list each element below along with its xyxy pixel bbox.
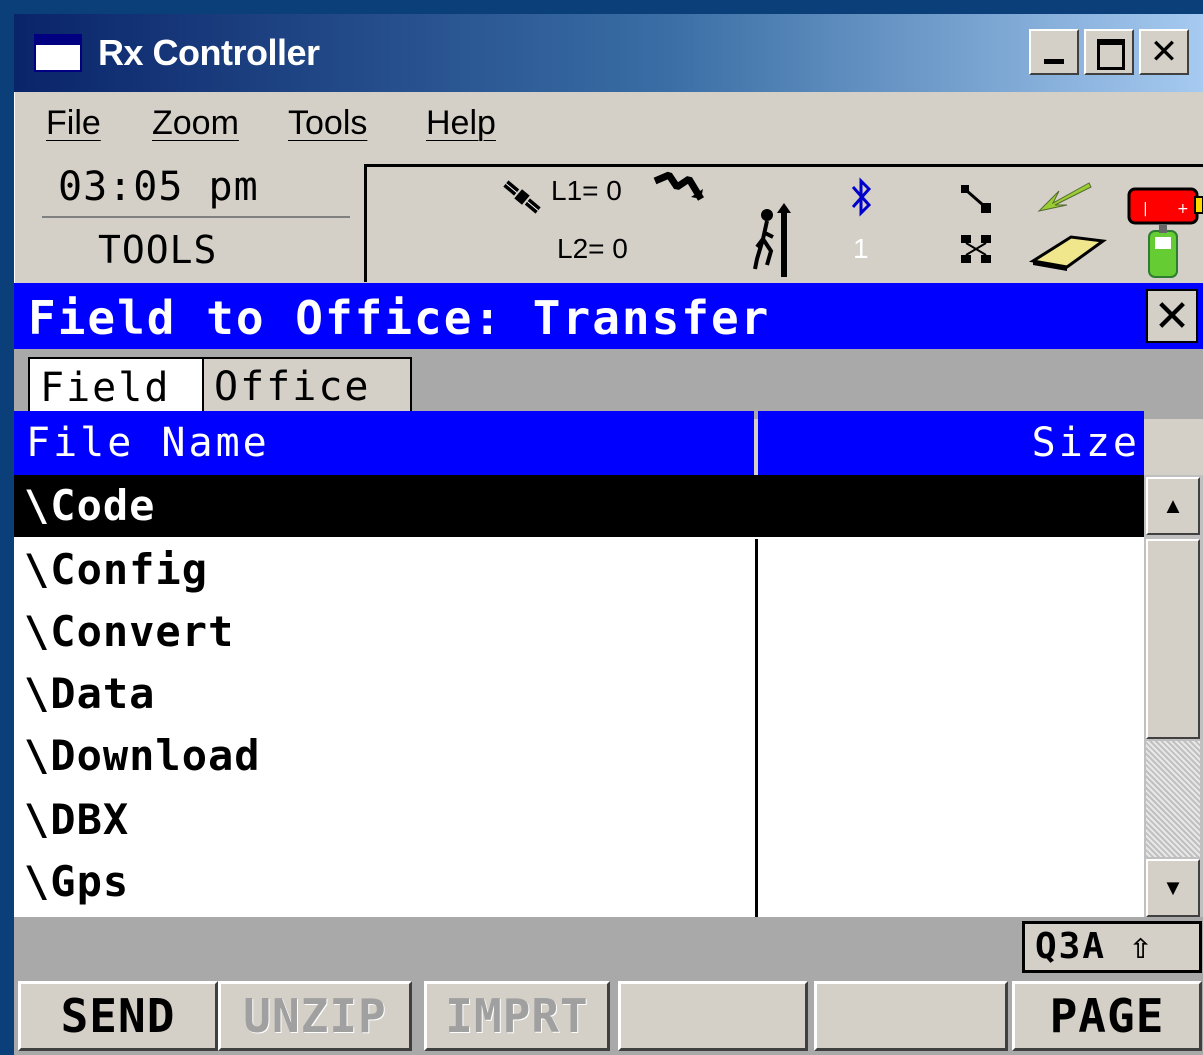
maximize-button[interactable]: [1084, 29, 1134, 75]
title-bar[interactable]: Rx Controller ✕: [14, 14, 1203, 92]
column-header-file-name[interactable]: File Name: [14, 411, 754, 475]
list-item[interactable]: \Download: [14, 725, 1144, 787]
scroll-down-button[interactable]: ▼: [1146, 859, 1200, 917]
file-name: \DBX: [24, 795, 130, 844]
close-icon: ✕: [1153, 290, 1191, 342]
list-item[interactable]: \Gps: [14, 851, 1144, 913]
tab-office-label: Office: [214, 364, 371, 410]
column-header-size[interactable]: Size: [758, 411, 1144, 475]
softkey-4[interactable]: [618, 981, 808, 1051]
svg-text:+: +: [1177, 201, 1189, 217]
softkey-bar: SEND UNZIP IMPRT PAGE: [14, 973, 1203, 1055]
window-title: Rx Controller: [98, 32, 320, 73]
signal-icon: [653, 171, 705, 201]
unzip-button[interactable]: UNZIP: [218, 981, 412, 1051]
arrow-down-icon: ▼: [1162, 875, 1184, 900]
softkey-5[interactable]: [814, 981, 1008, 1051]
close-icon: ✕: [1149, 32, 1179, 72]
controller-icon: [1148, 225, 1178, 278]
import-button[interactable]: IMPRT: [424, 981, 610, 1051]
svg-text:|: |: [1143, 201, 1148, 217]
network-icon: [961, 235, 991, 263]
file-list: \Code \Config \Convert \Data \Download \…: [14, 475, 1144, 917]
list-item[interactable]: \Convert: [14, 601, 1144, 663]
tab-field-label: Field: [40, 365, 171, 411]
file-name: \Gps: [24, 857, 130, 906]
file-name: \Convert: [24, 607, 235, 656]
menu-tools[interactable]: Tools: [288, 104, 367, 143]
file-name: \Config: [24, 545, 209, 594]
link-icon: [961, 185, 991, 213]
bluetooth-count: 1: [853, 233, 869, 264]
current-mode: TOOLS: [98, 228, 218, 272]
rx-controller-window: Rx Controller ✕ File Zoom Tools Help 03:…: [14, 14, 1203, 1055]
menu-help[interactable]: Help: [426, 104, 496, 143]
battery-icon: | +: [1127, 187, 1203, 225]
input-mode-strip: Q3A ⇧: [14, 917, 1203, 973]
clock-time: 03:05 pm: [58, 164, 259, 210]
page-button[interactable]: PAGE: [1012, 981, 1202, 1051]
vertical-scrollbar[interactable]: ▲ ▼: [1144, 475, 1203, 917]
file-name: \Data: [24, 669, 156, 718]
bluetooth-icon: [851, 177, 872, 217]
antenna-height-icon: [753, 203, 791, 277]
list-item[interactable]: \Config: [14, 539, 1144, 601]
time-mode-panel[interactable]: 03:05 pm TOOLS: [14, 158, 364, 286]
tab-strip: Field Office: [14, 349, 1203, 419]
menu-bar: File Zoom Tools Help: [14, 92, 1203, 152]
list-item[interactable]: \DBX: [14, 789, 1144, 851]
scroll-up-button[interactable]: ▲: [1146, 477, 1200, 535]
send-button[interactable]: SEND: [18, 981, 218, 1051]
arrow-icon: [1037, 182, 1092, 212]
minimize-button[interactable]: [1029, 29, 1079, 75]
satellite-icon: [503, 180, 541, 214]
receiver-status-panel[interactable]: L1= 0 L2= 0 1 | +: [364, 164, 1203, 282]
scroll-thumb[interactable]: [1146, 539, 1200, 739]
dialog-title: Field to Office: Transfer: [28, 291, 771, 345]
table-header: File Name Size: [14, 411, 1144, 477]
column-divider: [755, 539, 758, 917]
l1-count: L1= 0: [551, 175, 622, 206]
card-icon: [1028, 235, 1107, 271]
list-item[interactable]: \Data: [14, 663, 1144, 725]
close-button[interactable]: ✕: [1139, 29, 1189, 75]
file-name: \Download: [24, 731, 261, 780]
menu-zoom[interactable]: Zoom: [152, 104, 239, 143]
dialog-close-button[interactable]: ✕: [1146, 289, 1198, 343]
l2-count: L2= 0: [557, 233, 628, 264]
file-name: \Code: [24, 481, 156, 530]
app-window-icon: [34, 34, 82, 72]
menu-file[interactable]: File: [46, 104, 101, 143]
list-item[interactable]: \Code: [14, 475, 1144, 537]
dialog-title-bar: Field to Office: Transfer ✕: [14, 283, 1203, 349]
arrow-up-icon: ▲: [1162, 493, 1184, 518]
tab-field[interactable]: Field: [28, 357, 204, 417]
input-mode-indicator[interactable]: Q3A ⇧: [1022, 921, 1202, 973]
tab-office[interactable]: Office: [202, 357, 412, 417]
scroll-track[interactable]: [1146, 741, 1200, 857]
divider: [42, 216, 350, 218]
